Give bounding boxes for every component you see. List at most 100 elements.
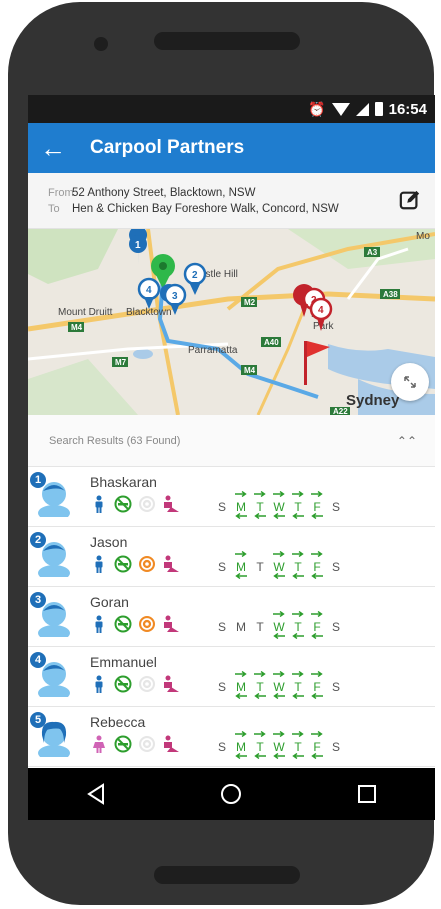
result-number-badge: 5 bbox=[30, 712, 46, 728]
route-map[interactable]: M4 M7 M2 A40 A3 A38 M4 A22 astle Hill Mo… bbox=[28, 229, 435, 415]
shared-ride-icon bbox=[164, 555, 179, 572]
day-letter: S bbox=[217, 680, 226, 694]
return-arrow-icon bbox=[311, 513, 323, 519]
day-inactive: S bbox=[214, 551, 230, 579]
outbound-arrow-icon bbox=[273, 731, 285, 737]
no-smoking-icon bbox=[114, 615, 132, 633]
weekday-schedule: SMTWTFS bbox=[214, 731, 344, 759]
place-macquarie-2: Park bbox=[313, 321, 335, 332]
day-letter: M bbox=[236, 740, 246, 754]
outbound-arrow-icon bbox=[311, 731, 323, 737]
day-active: F bbox=[309, 731, 325, 759]
result-row[interactable]: 3 Goran S M T W T F S bbox=[28, 587, 435, 647]
return-arrow-icon bbox=[235, 753, 247, 759]
day-letter: T bbox=[256, 620, 264, 634]
road-m4b: M4 bbox=[244, 366, 256, 375]
day-letter: S bbox=[217, 500, 226, 514]
shared-ride-icon bbox=[164, 735, 179, 752]
place-parramatta: Parramatta bbox=[188, 345, 238, 356]
return-arrow-icon bbox=[273, 573, 285, 579]
outbound-arrow-icon bbox=[273, 551, 285, 557]
screen: ⏰ 16:54 ← Carpool Partners From 52 Antho… bbox=[28, 95, 435, 820]
day-letter: F bbox=[313, 620, 321, 634]
shared-ride-icon bbox=[164, 615, 179, 632]
to-value: Hen & Chicken Bay Foreshore Walk, Concor… bbox=[72, 203, 339, 215]
preference-icons bbox=[90, 555, 180, 573]
speaker-bottom bbox=[154, 866, 300, 884]
day-active: M bbox=[233, 491, 249, 519]
day-inactive: M bbox=[233, 611, 249, 639]
return-arrow-icon bbox=[235, 513, 247, 519]
page-title: Carpool Partners bbox=[90, 137, 245, 158]
day-letter: T bbox=[294, 680, 302, 694]
route-summary: From 52 Anthony Street, Blacktown, NSW T… bbox=[28, 173, 435, 229]
outbound-arrow-icon bbox=[292, 731, 304, 737]
weekday-schedule: SMTWTFS bbox=[214, 491, 344, 519]
outbound-arrow-icon bbox=[235, 551, 247, 557]
signal-icon bbox=[355, 102, 369, 116]
day-active: W bbox=[271, 551, 287, 579]
expand-map-button[interactable] bbox=[391, 363, 429, 401]
speaker-top bbox=[154, 32, 300, 50]
return-arrow-icon bbox=[292, 753, 304, 759]
return-arrow-icon bbox=[254, 693, 266, 699]
nav-recents-icon[interactable] bbox=[355, 782, 379, 806]
day-inactive: S bbox=[214, 491, 230, 519]
no-smoking-icon bbox=[114, 555, 132, 573]
partner-name: Goran bbox=[90, 594, 129, 610]
day-letter: W bbox=[273, 500, 285, 514]
outbound-arrow-icon bbox=[235, 731, 247, 737]
day-letter: M bbox=[236, 620, 246, 634]
to-label: To bbox=[48, 203, 60, 215]
result-row[interactable]: 4 Emmanuel S M T W T F S bbox=[28, 647, 435, 707]
day-letter: S bbox=[217, 740, 226, 754]
day-letter: M bbox=[236, 560, 246, 574]
return-arrow-icon bbox=[292, 693, 304, 699]
day-letter: S bbox=[331, 680, 340, 694]
day-letter: W bbox=[273, 560, 285, 574]
steering-wheel-icon bbox=[139, 616, 155, 632]
outbound-arrow-icon bbox=[311, 611, 323, 617]
collapse-results-icon[interactable]: ⌃⌃ bbox=[397, 434, 417, 448]
outbound-arrow-icon bbox=[292, 671, 304, 677]
day-active: F bbox=[309, 611, 325, 639]
result-number-badge: 2 bbox=[30, 532, 46, 548]
day-active: T bbox=[252, 731, 268, 759]
day-letter: S bbox=[331, 620, 340, 634]
result-row[interactable]: 5 Rebecca S M T W T F S bbox=[28, 707, 435, 767]
results-count: Search Results (63 Found) bbox=[49, 434, 181, 447]
day-letter: T bbox=[256, 740, 264, 754]
place-mount-druitt: Mount Druitt bbox=[58, 307, 113, 318]
road-m4: M4 bbox=[71, 323, 83, 332]
day-active: T bbox=[290, 611, 306, 639]
preference-icons bbox=[90, 615, 180, 633]
result-row[interactable]: 2 Jason S M T W T F S bbox=[28, 527, 435, 587]
day-letter: M bbox=[236, 500, 246, 514]
day-active: M bbox=[233, 671, 249, 699]
result-number-badge: 3 bbox=[30, 592, 46, 608]
day-letter: T bbox=[294, 620, 302, 634]
return-arrow-icon bbox=[273, 633, 285, 639]
day-letter: T bbox=[294, 740, 302, 754]
road-a40: A40 bbox=[264, 338, 279, 347]
no-smoking-icon bbox=[114, 495, 132, 513]
svg-text:1: 1 bbox=[135, 240, 141, 251]
partner-name: Rebecca bbox=[90, 714, 146, 730]
day-inactive: S bbox=[328, 731, 344, 759]
back-arrow-icon[interactable]: ← bbox=[40, 135, 80, 161]
male-icon bbox=[95, 555, 103, 573]
day-letter: S bbox=[331, 560, 340, 574]
nav-back-icon[interactable] bbox=[84, 782, 108, 806]
outbound-arrow-icon bbox=[254, 731, 266, 737]
outbound-arrow-icon bbox=[311, 491, 323, 497]
day-letter: F bbox=[313, 680, 321, 694]
nav-home-icon[interactable] bbox=[219, 782, 243, 806]
partner-name: Bhaskaran bbox=[90, 474, 157, 490]
day-active: T bbox=[252, 491, 268, 519]
day-letter: T bbox=[294, 500, 302, 514]
day-active: M bbox=[233, 551, 249, 579]
return-arrow-icon bbox=[235, 573, 247, 579]
return-arrow-icon bbox=[292, 513, 304, 519]
result-row[interactable]: 1 Bhaskaran S M T W T F S bbox=[28, 467, 435, 527]
edit-icon[interactable] bbox=[399, 189, 421, 211]
